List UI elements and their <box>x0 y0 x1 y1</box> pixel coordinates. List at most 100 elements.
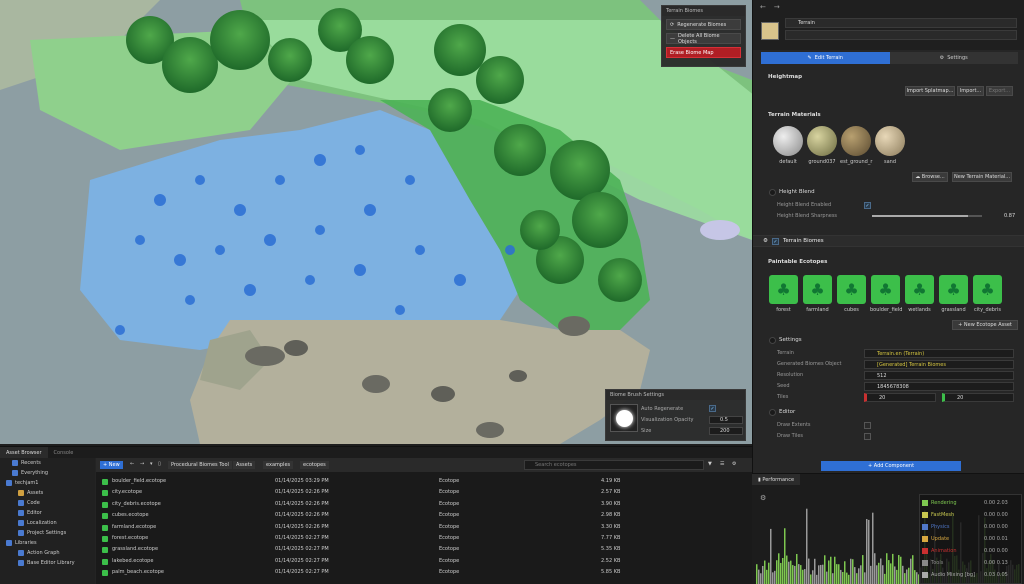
breadcrumb-assets[interactable]: Assets <box>233 461 256 469</box>
back-arrow-icon[interactable]: ← <box>760 3 766 11</box>
editor-toggle-icon[interactable] <box>769 409 776 416</box>
add-component-button[interactable]: + Add Component <box>821 461 961 471</box>
ecotope-grassland-tile: ♣ <box>939 275 968 304</box>
import-button[interactable]: Import... <box>957 86 984 96</box>
ecotope-wetlands[interactable]: ♣ wetlands <box>904 275 935 313</box>
draw-extents-checkbox[interactable] <box>864 421 871 429</box>
entity-tags-field[interactable] <box>785 30 1017 40</box>
perf-bar <box>808 558 810 584</box>
perf-legend-row[interactable]: Animation 0.00 0.00 <box>922 546 1022 556</box>
breadcrumb-examples[interactable]: examples <box>263 461 294 469</box>
perf-bar <box>880 558 882 584</box>
regenerate-biomes-button[interactable]: ⟳ Regenerate Biomes <box>666 19 741 30</box>
regenerate-icon: ⟳ <box>670 21 675 28</box>
file-row[interactable]: lakebed.ecotope 01/14/2025 02:27 PM Ecotop… <box>96 556 752 567</box>
sidebar-item-techjam1[interactable]: techjam1 <box>0 478 95 488</box>
file-row[interactable]: boulder_field.ecotope 01/14/2025 03:29 PM… <box>96 476 752 487</box>
tiles-y-field[interactable]: 20 <box>942 392 1014 402</box>
ecotope-city-debris[interactable]: ♣ city_debris <box>972 275 1003 313</box>
file-row[interactable]: city.ecotope 01/14/2025 02:26 PM Ecotope 2.… <box>96 487 752 498</box>
material-est-ground[interactable]: est_ground_r <box>840 126 872 165</box>
tab-edit-terrain[interactable]: ✎ Edit Terrain <box>761 52 890 64</box>
material-ground037[interactable]: ground037 <box>806 126 838 165</box>
sidebar-item-base-editor-library[interactable]: Base Editor Library <box>0 558 95 568</box>
back-icon[interactable]: ← <box>130 461 134 467</box>
tab-settings[interactable]: ⚙ Settings <box>889 52 1018 64</box>
tree-icon: ♣ <box>844 279 859 299</box>
terrain-biomes-section[interactable]: ⚙ ✓ Terrain Biomes <box>753 235 1024 247</box>
perf-legend-row[interactable]: Audio Mixing [bg] 0.03 0.05 <box>922 570 1022 580</box>
ecotope-forest[interactable]: ♣ forest <box>768 275 799 313</box>
sidebar-item-localization[interactable]: Localization <box>0 518 95 528</box>
ecotope-cubes[interactable]: ♣ cubes <box>836 275 867 313</box>
perf-legend-row[interactable]: Tools 0.00 0.13 <box>922 558 1022 568</box>
sidebar-item-label: Code <box>27 500 40 506</box>
perf-bar <box>786 555 788 584</box>
height-blend-toggle-icon[interactable] <box>769 189 776 196</box>
chevron-down-icon[interactable]: ▾ <box>150 461 153 467</box>
perf-legend-row[interactable]: Physics 0.00 0.00 <box>922 522 1022 532</box>
up-folder-icon[interactable]: ▯ <box>158 461 161 467</box>
filter-icon[interactable]: ▼ <box>708 461 712 467</box>
sidebar-item-everything[interactable]: Everything <box>0 468 95 478</box>
perf-legend-row[interactable]: Rendering 0.00 2.03 <box>922 498 1022 508</box>
sidebar-item-code[interactable]: Code <box>0 498 95 508</box>
scene-viewport[interactable]: Terrain Biomes ⟳ Regenerate Biomes — Del… <box>0 0 752 444</box>
browse-materials-button[interactable]: ☁ Browse... <box>912 172 948 182</box>
breadcrumb-procedural-biomes-tool[interactable]: Procedural Biomes Tool <box>168 461 232 469</box>
file-row[interactable]: cubes.ecotope 01/14/2025 02:26 PM Ecotope 2… <box>96 510 752 521</box>
view-mode-icon[interactable]: ☰ <box>720 461 724 467</box>
new-ecotope-asset-button[interactable]: + New Ecotope Asset <box>952 320 1018 330</box>
sidebar-item-project-settings[interactable]: Project Settings <box>0 528 95 538</box>
forward-arrow-icon[interactable]: → <box>774 3 780 11</box>
sharpness-slider-track[interactable] <box>872 215 982 217</box>
export-button[interactable]: Export... <box>986 86 1013 96</box>
gear-icon: ⚙ <box>939 55 945 61</box>
generated-object-field[interactable]: [Generated] Terrain Biomes <box>864 359 1014 369</box>
breadcrumb-ecotopes[interactable]: ecotopes <box>300 461 329 469</box>
file-row[interactable]: city_debris.ecotope 01/14/2025 02:26 PM Ec… <box>96 499 752 510</box>
file-row[interactable]: farmland.ecotope 01/14/2025 02:26 PM Ecoto… <box>96 522 752 533</box>
file-row[interactable]: forest.ecotope 01/14/2025 02:27 PM Ecotope… <box>96 533 752 544</box>
settings-icon[interactable]: ⚙ <box>732 461 736 467</box>
entity-name-field[interactable]: Terrain <box>785 18 1017 28</box>
forward-icon[interactable]: → <box>140 461 144 467</box>
tab-performance[interactable]: ▮ Performance <box>752 474 801 485</box>
material-default[interactable]: default <box>772 126 804 165</box>
seed-field[interactable]: 1845678308 <box>864 381 1014 391</box>
asset-search-input[interactable]: Search ecotopes <box>524 460 704 470</box>
perf-legend-row[interactable]: Update 0.00 0.01 <box>922 534 1022 544</box>
brush-size-field[interactable]: 200 <box>709 426 743 435</box>
file-type: Ecotope <box>439 557 460 564</box>
sidebar-item-assets[interactable]: Assets <box>0 488 95 498</box>
sidebar-item-action-graph[interactable]: Action Graph <box>0 548 95 558</box>
ecotope-boulder-field[interactable]: ♣ boulder_field <box>870 275 902 313</box>
ecotope-farmland-tile: ♣ <box>803 275 832 304</box>
import-splatmap-button[interactable]: Import Splatmap... <box>905 86 955 96</box>
tab-console[interactable]: Console <box>48 447 80 458</box>
new-terrain-material-button[interactable]: New Terrain Material... <box>952 172 1012 182</box>
ecotope-grassland[interactable]: ♣ grassland <box>938 275 969 313</box>
auto-regenerate-checkbox[interactable]: ✓ <box>709 405 716 412</box>
sidebar-item-editor[interactable]: Editor <box>0 508 95 518</box>
delete-biome-objects-button[interactable]: — Delete All Biome Objects <box>666 33 741 45</box>
terrain-ref-field[interactable]: Terrain.en (Terrain) <box>864 348 1014 358</box>
resolution-field[interactable]: 512 <box>864 370 1014 380</box>
vis-opacity-field[interactable]: 0.5 <box>709 415 743 424</box>
height-blend-enabled-checkbox[interactable]: ✓ <box>864 201 871 209</box>
file-row[interactable]: palm_beach.ecotope 01/14/2025 02:27 PM Eco… <box>96 567 752 578</box>
ecotope-farmland[interactable]: ♣ farmland <box>802 275 833 313</box>
sidebar-item-recents[interactable]: Recents <box>0 458 95 468</box>
settings-toggle-icon[interactable] <box>769 337 776 344</box>
tab-asset-browser[interactable]: Asset Browser <box>0 447 48 458</box>
erase-biome-map-button[interactable]: Erase Biome Map <box>666 47 741 58</box>
draw-tiles-checkbox[interactable] <box>864 432 871 440</box>
sidebar-item-libraries[interactable]: Libraries <box>0 538 95 548</box>
ecotope-file-icon <box>102 547 108 554</box>
tiles-x-field[interactable]: 20 <box>864 392 936 402</box>
perf-legend-row[interactable]: FastMesh 0.00 0.00 <box>922 510 1022 520</box>
material-sand[interactable]: sand <box>874 126 906 165</box>
new-asset-button[interactable]: + New <box>100 461 123 469</box>
file-row[interactable]: grassland.ecotope 01/14/2025 02:27 PM Ecot… <box>96 544 752 555</box>
terrain-biomes-enabled-checkbox[interactable]: ✓ <box>771 237 779 245</box>
